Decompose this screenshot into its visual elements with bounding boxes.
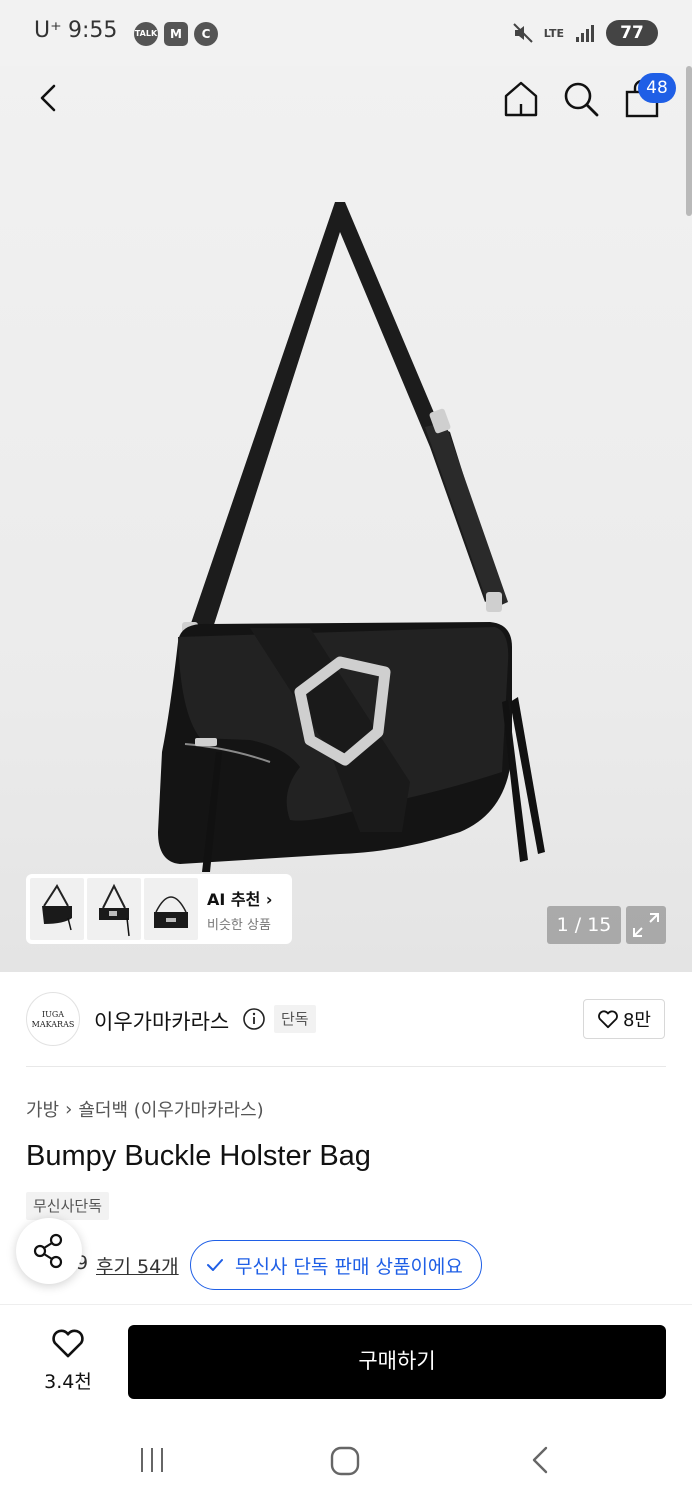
heart-icon	[52, 1329, 84, 1358]
c-notification-icon: C	[194, 22, 218, 46]
brand-row: IUGA MAKARAS 이우가마카라스 단독 8만	[26, 992, 666, 1048]
chevron-right-icon: ›	[65, 1098, 73, 1120]
brand-name[interactable]: 이우가마카라스	[94, 1006, 229, 1036]
wish-count: 3.4천	[44, 1371, 92, 1393]
breadcrumb-category[interactable]: 가방	[26, 1096, 59, 1122]
nav-home-icon[interactable]	[328, 1444, 362, 1478]
ai-subtitle: 비슷한 상품	[207, 917, 271, 933]
brand-like-button[interactable]: 8만	[583, 999, 665, 1039]
mute-icon	[513, 23, 533, 43]
ai-text[interactable]: AI 추천 › 비슷한 상품	[207, 886, 273, 933]
image-counter: 1 / 15	[547, 906, 621, 944]
brand-logo-line1: IUGA	[41, 1010, 65, 1019]
exclusive-tag: 단독	[274, 1005, 316, 1033]
nav-back-icon[interactable]	[524, 1444, 556, 1476]
status-bar: U⁺ 9:55 TALK M C LTE 77	[0, 0, 692, 66]
rating-row: 9 후기 54개 무신사 단독 판매 상품이에요	[26, 1240, 666, 1290]
status-right-cluster: LTE 77	[512, 18, 658, 48]
check-icon	[207, 1259, 223, 1271]
m-notification-icon: M	[164, 22, 188, 46]
similar-product-thumb[interactable]	[30, 878, 84, 940]
kakaotalk-notification-icon: TALK	[134, 22, 158, 46]
system-navigation-bar	[0, 1416, 692, 1500]
breadcrumb: 가방 › 숄더백 (이우가마카라스)	[26, 1096, 264, 1122]
network-type: LTE	[543, 26, 564, 40]
heart-icon	[598, 1010, 618, 1029]
bottom-action-bar: 3.4천 구매하기	[0, 1304, 692, 1416]
cart-count-badge: 48	[638, 73, 676, 103]
brand-like-count: 8만	[622, 1010, 651, 1031]
battery-indicator: 77	[606, 20, 658, 46]
recents-icon[interactable]	[136, 1444, 168, 1476]
signal-icon	[576, 25, 594, 42]
search-icon[interactable]	[560, 78, 602, 120]
similar-product-thumb[interactable]	[144, 878, 198, 940]
product-image[interactable]	[140, 192, 560, 872]
review-link[interactable]: 후기 54개	[96, 1252, 179, 1279]
status-time: 9:55	[68, 18, 118, 43]
home-icon[interactable]	[500, 78, 542, 120]
product-title: Bumpy Buckle Holster Bag	[26, 1140, 371, 1172]
product-gallery[interactable]: 48 AI 추천 › 비슷한 상품 1 / 15	[0, 66, 692, 972]
expand-icon[interactable]	[626, 906, 666, 944]
share-icon[interactable]	[16, 1218, 82, 1284]
brand-logo[interactable]: IUGA MAKARAS	[26, 992, 80, 1046]
exclusive-notice-text: 무신사 단독 판매 상품이에요	[235, 1255, 463, 1278]
ai-title: AI 추천 ›	[207, 889, 273, 909]
ai-recommendation-card[interactable]: AI 추천 › 비슷한 상품	[26, 874, 292, 944]
wish-button[interactable]: 3.4천	[30, 1327, 106, 1397]
buy-button[interactable]: 구매하기	[128, 1325, 666, 1399]
divider	[26, 1066, 666, 1067]
scrollbar[interactable]	[686, 66, 692, 216]
exclusive-notice-pill[interactable]: 무신사 단독 판매 상품이에요	[190, 1240, 482, 1290]
breadcrumb-subcategory[interactable]: 숄더백 (이우가마카라스)	[78, 1096, 263, 1122]
carrier-label: U⁺	[34, 18, 62, 43]
similar-product-thumb[interactable]	[87, 878, 141, 940]
info-icon[interactable]	[242, 1007, 266, 1031]
back-icon[interactable]	[30, 78, 70, 118]
brand-logo-line2: MAKARAS	[31, 1020, 75, 1029]
store-exclusive-tag: 무신사단독	[26, 1192, 110, 1220]
